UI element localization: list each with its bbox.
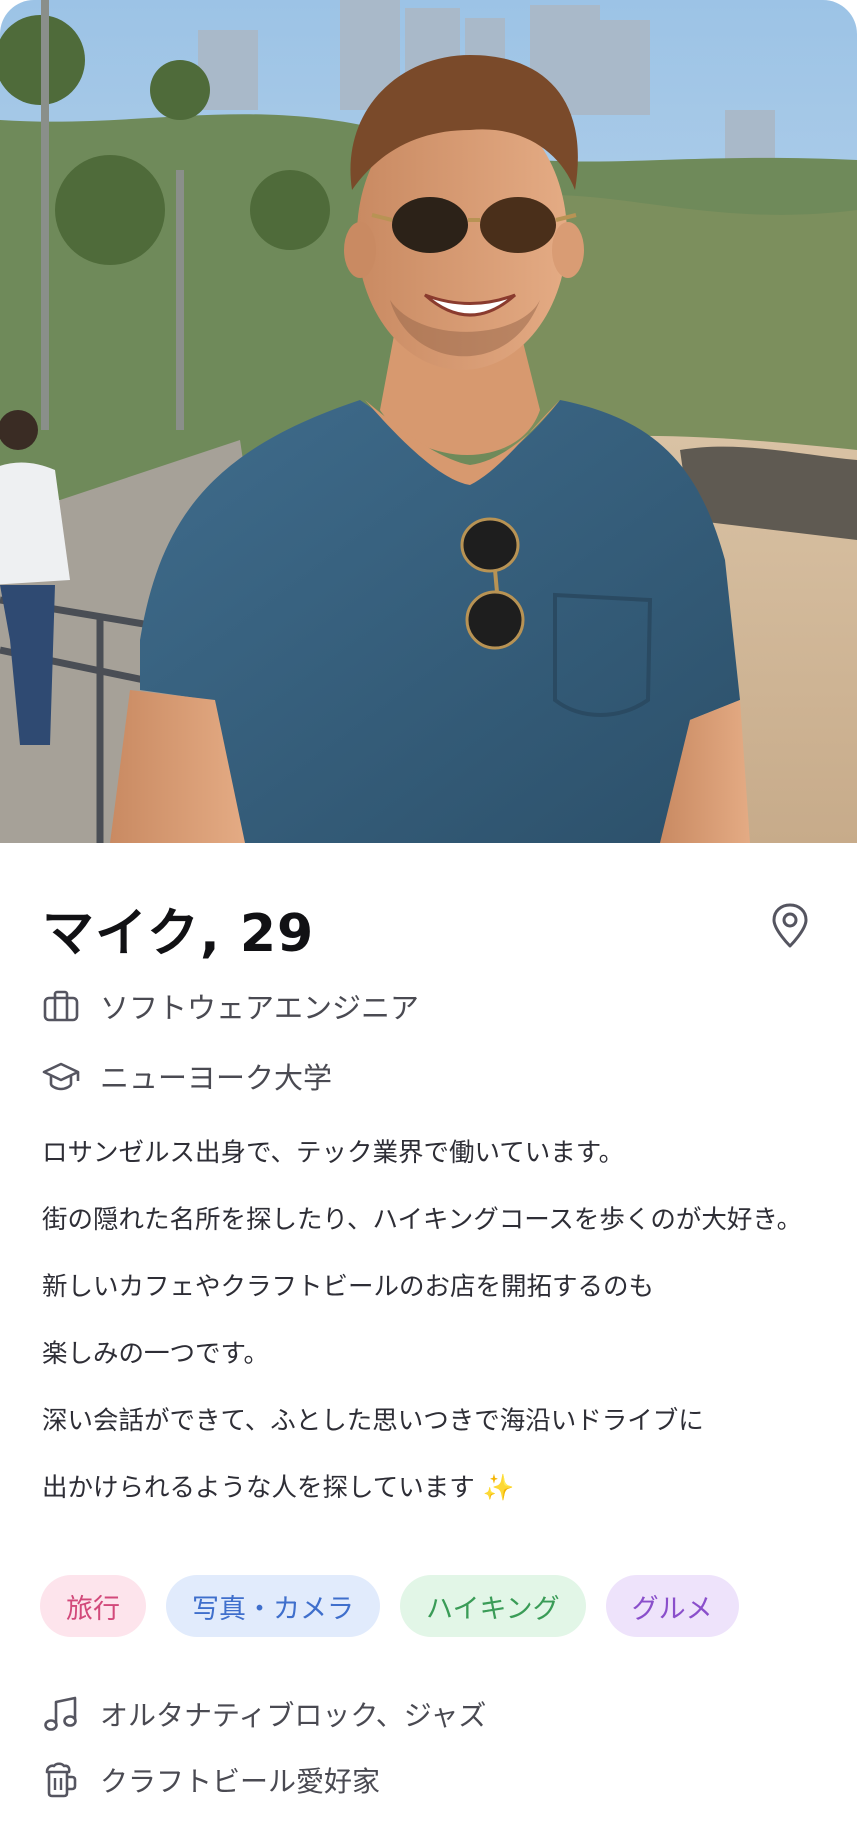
briefcase-icon [42, 987, 80, 1025]
profile-name-age: マイク, 29 [42, 904, 315, 964]
bio-line: 楽しみの一つです。 [42, 1339, 269, 1369]
school-row: ニューヨーク大学 [42, 1055, 332, 1097]
music-row: オルタナティブロック、ジャズ [42, 1694, 486, 1734]
job-row: ソフトウェアエンジニア [42, 985, 419, 1027]
drink-row: クラフトビール愛好家 [42, 1760, 380, 1800]
tag-photo-camera[interactable]: 写真・カメラ [166, 1575, 380, 1637]
music-preference: オルタナティブロック、ジャズ [100, 1699, 487, 1732]
job-title: ソフトウェアエンジニア [100, 991, 420, 1025]
profile-info: マイク, 29 ソフトウェアエンジニア ニューヨーク大学 ロサンゼルス出身で、テ… [0, 843, 857, 1835]
bio-text: ロサンゼルス出身で、テック業界で働いています。 街の隠れた名所を探したり、ハイキ… [42, 1133, 842, 1535]
bio-line: 出かけられるような人を探しています ✨ [42, 1473, 515, 1503]
profile-photo[interactable] [0, 0, 857, 843]
bio-line: ロサンゼルス出身で、テック業界で働いています。 [42, 1138, 625, 1168]
profile-photo-image [0, 0, 857, 843]
music-note-icon [42, 1695, 80, 1733]
tag-gourmet[interactable]: グルメ [605, 1575, 739, 1637]
drink-preference: クラフトビール愛好家 [100, 1765, 381, 1798]
bio-line: 深い会話ができて、ふとした思いつきで海沿いドライブに [42, 1406, 704, 1436]
tag-travel[interactable]: 旅行 [40, 1575, 146, 1637]
bio-line: 新しいカフェやクラフトビールのお店を開拓するのも [42, 1272, 655, 1302]
tag-hiking[interactable]: ハイキング [400, 1575, 586, 1637]
graduation-cap-icon [42, 1057, 80, 1095]
location-pin-icon[interactable] [770, 903, 810, 949]
profile-card: マイク, 29 ソフトウェアエンジニア ニューヨーク大学 ロサンゼルス出身で、テ… [0, 0, 857, 1835]
school-name: ニューヨーク大学 [100, 1061, 333, 1095]
bio-line: 街の隠れた名所を探したり、ハイキングコースを歩くのが大好き。 [42, 1205, 803, 1235]
interest-tags: 旅行 写真・カメラ ハイキング グルメ [40, 1575, 739, 1637]
beer-mug-icon [42, 1761, 80, 1799]
